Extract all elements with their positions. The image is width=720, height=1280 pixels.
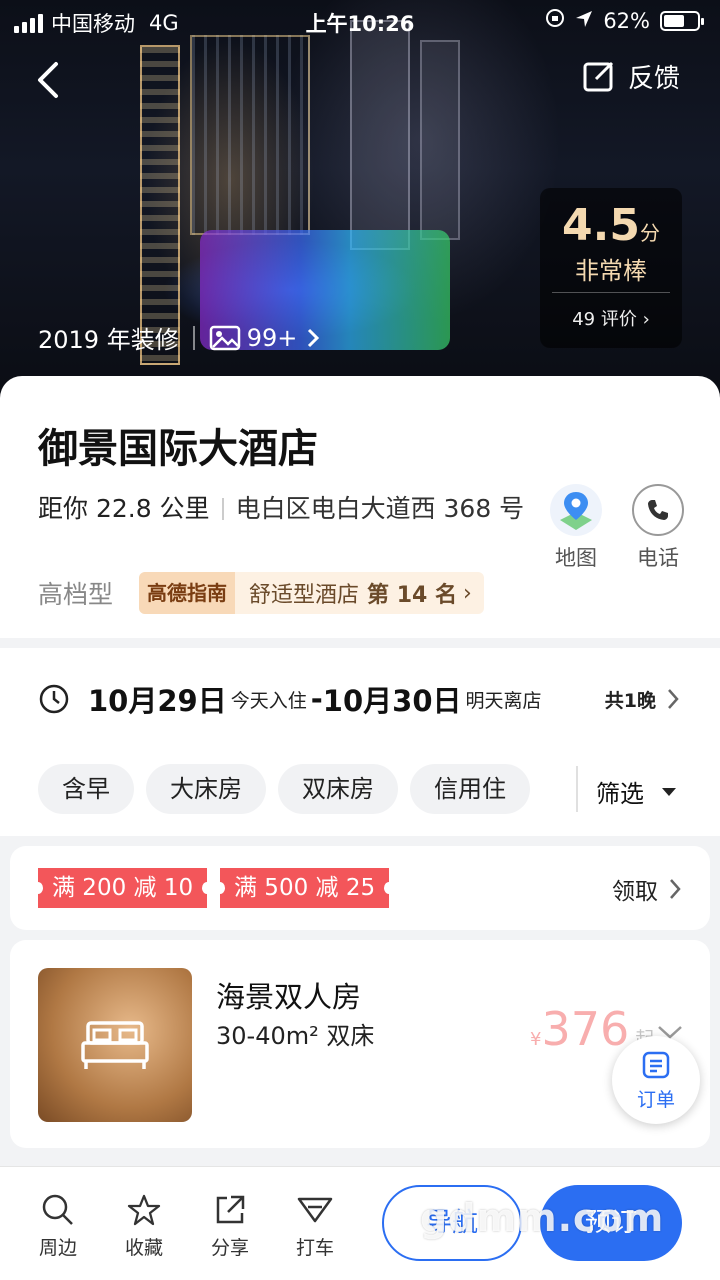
caret-down-icon <box>662 787 676 796</box>
chevron-right-icon <box>668 689 679 709</box>
rating-word: 非常棒 <box>552 251 670 293</box>
hotel-address-block: 距你 22.8 公里 电白区电白大道西 368 号 <box>38 486 528 532</box>
phone-button[interactable]: 电话 <box>628 484 688 572</box>
grade-row: 高档型 高德指南 舒适型酒店 第 14 名 › <box>38 572 484 614</box>
edit-icon <box>583 61 614 91</box>
star-icon <box>112 1193 176 1227</box>
divider <box>576 766 578 812</box>
filter-dropdown[interactable]: 筛选 <box>596 774 676 809</box>
room-meta: 30-40m² 双床 <box>216 1022 375 1050</box>
rank-position: 第 14 名 <box>367 583 457 608</box>
search-icon <box>26 1193 90 1227</box>
room-name: 海景双人房 <box>216 980 362 1014</box>
rating-score: 4.5 <box>562 200 640 251</box>
checkin-date: 10月29日 <box>88 684 227 718</box>
status-right: 62% <box>545 8 704 33</box>
tab-taxi-label: 打车 <box>295 1237 334 1259</box>
tab-nearby-label: 周边 <box>38 1237 77 1259</box>
tab-share[interactable]: 分享 <box>198 1193 262 1260</box>
tab-favorite[interactable]: 收藏 <box>112 1193 176 1260</box>
room-thumbnail <box>38 968 192 1122</box>
phone-icon <box>632 484 684 536</box>
map-icon <box>550 484 602 536</box>
date-separator: - <box>310 682 323 716</box>
chevron-right-icon: › <box>462 580 472 606</box>
review-count: 49 评价 <box>572 309 637 330</box>
ranking-badge[interactable]: 高德指南 舒适型酒店 第 14 名 › <box>139 572 484 614</box>
image-icon <box>209 325 240 350</box>
status-bar: 中国移动 4G 上午10:26 62% <box>0 0 720 40</box>
divider <box>192 325 195 350</box>
feedback-button[interactable]: 反馈 <box>582 58 680 95</box>
tab-taxi[interactable]: 打车 <box>283 1193 347 1260</box>
location-arrow-icon <box>575 9 593 33</box>
renovation-year: 2019 年装修 <box>38 326 179 354</box>
chevron-right-icon: › <box>642 309 650 330</box>
chevron-right-icon <box>670 879 681 899</box>
address-label: 电白区电白大道西 368 号 <box>235 494 525 523</box>
hotel-info-card: 御景国际大酒店 距你 22.8 公里 电白区电白大道西 368 号 高档型 高德指… <box>0 376 720 638</box>
back-button[interactable] <box>28 58 72 102</box>
claim-coupon-button[interactable]: 领取 <box>612 872 682 906</box>
checkout-date: 10月30日 <box>322 684 462 718</box>
room-card[interactable]: 海景双人房 30-40m² 双床 ¥376起 <box>10 940 710 1148</box>
coupon-tag: 满 200 减 10 <box>32 868 213 908</box>
clock-icon <box>39 684 69 714</box>
claim-label: 领取 <box>612 879 658 905</box>
hero-building-left <box>140 45 180 365</box>
nights-label: 共1晚 <box>604 689 656 712</box>
rating-badge[interactable]: 4.5分 非常棒 49 评价 › <box>540 188 682 348</box>
share-icon <box>198 1193 262 1227</box>
rotation-lock-icon <box>545 8 565 33</box>
divider <box>221 498 224 520</box>
battery-percent: 62% <box>603 8 650 33</box>
price-currency: ¥ <box>530 1029 542 1050</box>
hotel-hero-image[interactable]: 中国移动 4G 上午10:26 62% 反馈 2019 年装修 99+ 4.5分… <box>0 0 720 420</box>
back-arrow-icon <box>38 62 58 98</box>
coupon-bar: 满 200 减 10 满 500 减 25 领取 <box>10 846 710 930</box>
rating-score-row: 4.5分 <box>540 200 682 251</box>
coupon-tag: 满 500 减 25 <box>214 868 395 908</box>
tab-favorite-label: 收藏 <box>124 1237 163 1259</box>
rank-brand: 高德指南 <box>139 572 236 614</box>
photo-count: 99+ <box>246 323 298 352</box>
phone-label: 电话 <box>637 546 679 570</box>
stay-dates-section: 10月29日 今天入住 - 10月30日 明天离店 共1晚 含早 大床房 双床房… <box>0 648 720 836</box>
hero-building-tower <box>350 20 410 250</box>
rank-category: 舒适型酒店 <box>249 583 360 608</box>
hero-meta: 2019 年装修 99+ <box>38 320 323 355</box>
filter-label: 筛选 <box>596 780 644 808</box>
price-value: 376 <box>541 1002 630 1056</box>
map-label: 地图 <box>555 546 597 570</box>
battery-icon <box>660 10 704 31</box>
hotel-name: 御景国际大酒店 <box>38 426 318 472</box>
filter-chip-breakfast[interactable]: 含早 <box>38 764 134 814</box>
checkout-note: 明天离店 <box>465 689 542 712</box>
taxi-icon <box>283 1193 347 1227</box>
chevron-right-icon <box>308 328 320 347</box>
filter-chip-credit-stay[interactable]: 信用住 <box>410 764 530 814</box>
tab-share-label: 分享 <box>210 1237 249 1259</box>
rating-unit: 分 <box>639 221 660 245</box>
quick-filter-chips: 含早 大床房 双床房 信用住 <box>38 764 530 814</box>
order-icon <box>612 1050 700 1085</box>
review-count-link[interactable]: 49 评价 › <box>540 305 682 331</box>
orders-floating-button[interactable]: 订单 <box>612 1036 700 1124</box>
nights-count: 共1晚 <box>605 686 680 713</box>
distance-label: 距你 22.8 公里 <box>38 494 210 523</box>
order-label: 订单 <box>636 1089 675 1111</box>
hero-building-tower-2 <box>420 40 460 240</box>
bed-icon <box>81 1021 149 1069</box>
photo-gallery-link[interactable]: 99+ <box>209 324 324 352</box>
map-button[interactable]: 地图 <box>546 484 606 572</box>
watermark: gdmm.com <box>420 1196 665 1240</box>
feedback-label: 反馈 <box>627 64 680 94</box>
date-selector[interactable]: 10月29日 今天入住 - 10月30日 明天离店 共1晚 <box>38 678 680 720</box>
filter-chip-king-bed[interactable]: 大床房 <box>146 764 266 814</box>
hotel-grade: 高档型 <box>38 580 114 609</box>
filter-chip-twin-bed[interactable]: 双床房 <box>278 764 398 814</box>
hero-building-main <box>190 35 310 235</box>
tab-nearby[interactable]: 周边 <box>26 1193 90 1260</box>
checkin-note: 今天入住 <box>230 689 307 712</box>
